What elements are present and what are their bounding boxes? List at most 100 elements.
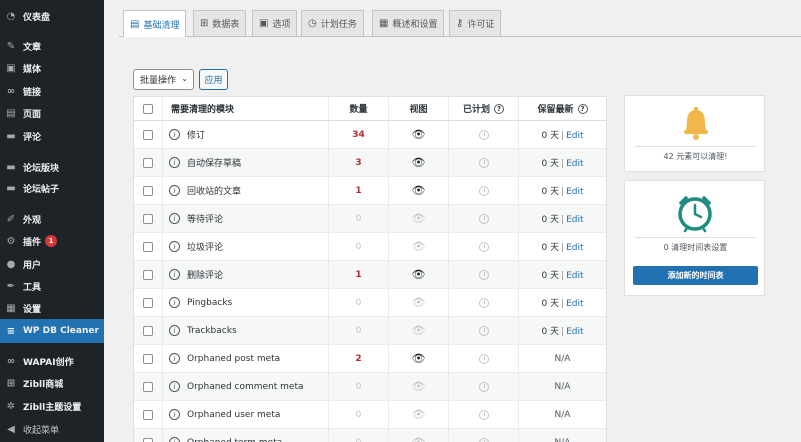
tab-scheduled-tasks[interactable]: ◷ 计划任务 [301,10,364,36]
keep-last-days: 0 天 [541,215,560,225]
edit-keep-link[interactable]: Edit [566,327,583,337]
wrench-icon: ✒ [6,280,16,292]
view-eye-icon: 👁 [411,380,426,393]
edit-keep-link[interactable]: Edit [566,243,583,253]
edit-keep-link[interactable]: Edit [566,215,583,225]
info-icon[interactable]: i [169,213,180,224]
info-icon[interactable]: i [169,157,180,168]
sidebar-item-forums[interactable]: ▬ 论坛版块 [0,157,104,177]
tab-overview-settings[interactable]: ▦ 概述和设置 [372,10,445,36]
cart-icon: ⊞ [6,377,16,389]
sidebar-item-wp-db-cleaner[interactable]: ≡ WP DB Cleaner [0,319,104,343]
help-icon[interactable]: ? [494,103,504,114]
table-header-row: 需要清理的模块 数量 视图 已计划? 保留最新? [134,97,606,121]
sidebar-item-links[interactable]: ∞ 链接 [0,81,104,101]
row-checkbox[interactable] [143,129,153,140]
row-checkbox[interactable] [143,157,153,168]
sidebar-item-appearance[interactable]: ✐ 外观 [0,209,104,229]
sidebar-item-dashboard[interactable]: ◔ 仪表盘 [0,6,104,26]
bulk-action-select[interactable]: 批量操作 ⌄ [133,69,194,90]
cleanable-count-text: 42 元素可以清理! [663,152,728,161]
row-checkbox[interactable] [143,381,153,392]
info-icon[interactable]: i [169,129,180,140]
view-eye-icon[interactable]: 👁 [412,128,426,141]
row-checkbox[interactable] [143,325,153,336]
cleanup-table: 需要清理的模块 数量 视图 已计划? 保留最新? i 修订 34 👁 0 天 | Ed… [133,96,607,442]
item-count: 0 [355,325,362,336]
plugin-icon: ⚙ [6,235,16,247]
info-icon[interactable]: i [169,437,180,442]
sidebar-item-settings[interactable]: ▦ 设置 [0,298,104,318]
info-icon[interactable]: i [169,269,180,280]
sidebar-item-tools[interactable]: ✒ 工具 [0,276,104,296]
keep-last-days: 0 天 [541,243,560,253]
sidebar-item-users[interactable]: ● 用户 [0,254,104,274]
sidebar-item-topics[interactable]: ▬ 论坛帖子 [0,178,104,198]
pin-icon: ✎ [6,40,16,52]
info-icon[interactable]: i [169,381,180,392]
item-count: 0 [355,381,362,392]
view-eye-icon[interactable]: 👁 [412,184,426,197]
edit-keep-link[interactable]: Edit [566,159,583,169]
row-checkbox[interactable] [143,437,153,442]
link-icon: ∞ [6,85,16,97]
table-row: i 回收站的文章 1 👁 0 天 | Edit [134,177,606,205]
sidebar-item-plugins[interactable]: ⚙ 插件 1 [0,231,104,251]
row-checkbox[interactable] [143,185,153,196]
tab-license[interactable]: ⚷ 许可证 [449,10,502,36]
info-icon[interactable]: i [169,409,180,420]
keep-last-days: 0 天 [541,159,560,169]
tab-basic-cleanup[interactable]: ▤ 基础清理 [123,10,187,37]
view-eye-icon[interactable]: 👁 [412,156,426,169]
view-eye-icon[interactable]: 👁 [412,352,426,365]
sidebar-item-media[interactable]: ▣ 媒体 [0,58,104,78]
item-count: 0 [355,409,362,420]
apply-button[interactable]: 应用 [199,69,228,90]
module-name: Pingbacks [187,297,233,308]
sidebar-item-wapai[interactable]: ∞ WAPAI创作 [0,351,104,371]
topic-icon: ▬ [6,182,16,194]
module-name: Orphaned comment meta [187,381,304,392]
info-icon[interactable]: i [169,185,180,196]
edit-keep-link[interactable]: Edit [566,131,583,141]
sidebar-item-zibll-shop[interactable]: ⊞ Zibll商城 [0,373,104,393]
sidebar-item-zibll-theme[interactable]: ✲ Zibll主题设置 [0,396,104,416]
row-checkbox[interactable] [143,409,153,420]
help-icon[interactable]: ? [577,103,588,114]
view-eye-icon[interactable]: 👁 [412,268,426,281]
info-icon[interactable]: i [169,353,180,364]
keep-last-days: 0 天 [541,187,560,197]
tab-options[interactable]: ▣ 选项 [252,10,298,36]
module-name: Orphaned user meta [187,409,281,420]
clock-icon [478,213,489,224]
header-scheduled: 已计划? [448,97,518,120]
edit-keep-link[interactable]: Edit [566,299,583,309]
table-row: i Trackbacks 0 👁 0 天 | Edit [134,317,606,345]
row-checkbox[interactable] [143,241,153,252]
clock-icon [478,437,489,442]
module-name: 修订 [187,131,206,141]
link-icon: ∞ [6,355,16,367]
select-all-checkbox[interactable] [143,103,153,114]
module-name: Orphaned post meta [187,353,281,364]
edit-keep-link[interactable]: Edit [566,187,583,197]
row-checkbox[interactable] [143,213,153,224]
info-icon[interactable]: i [169,241,180,252]
chevron-down-icon: ⌄ [181,74,188,83]
add-new-schedule-button[interactable]: 添加新的时间表 [633,266,758,285]
sidebar-collapse-menu[interactable]: ◀ 收起菜单 [0,419,104,439]
info-icon[interactable]: i [169,297,180,308]
row-checkbox[interactable] [143,297,153,308]
tab-tables[interactable]: ⊞ 数据表 [193,10,247,36]
key-icon: ⚷ [456,18,464,29]
sidebar-item-pages[interactable]: ▤ 页面 [0,103,104,123]
info-icon[interactable]: i [169,325,180,336]
schedule-summary-card: 0 清理时间表设置 添加新的时间表 [624,180,765,296]
sidebar-item-comments[interactable]: ▬ 评论 [0,126,104,146]
edit-keep-link[interactable]: Edit [566,271,583,281]
sidebar-item-posts[interactable]: ✎ 文章 [0,36,104,56]
cleanable-summary-card: 42 元素可以清理! [624,95,765,172]
row-checkbox[interactable] [143,269,153,280]
view-eye-icon: 👁 [411,408,426,421]
row-checkbox[interactable] [143,353,153,364]
